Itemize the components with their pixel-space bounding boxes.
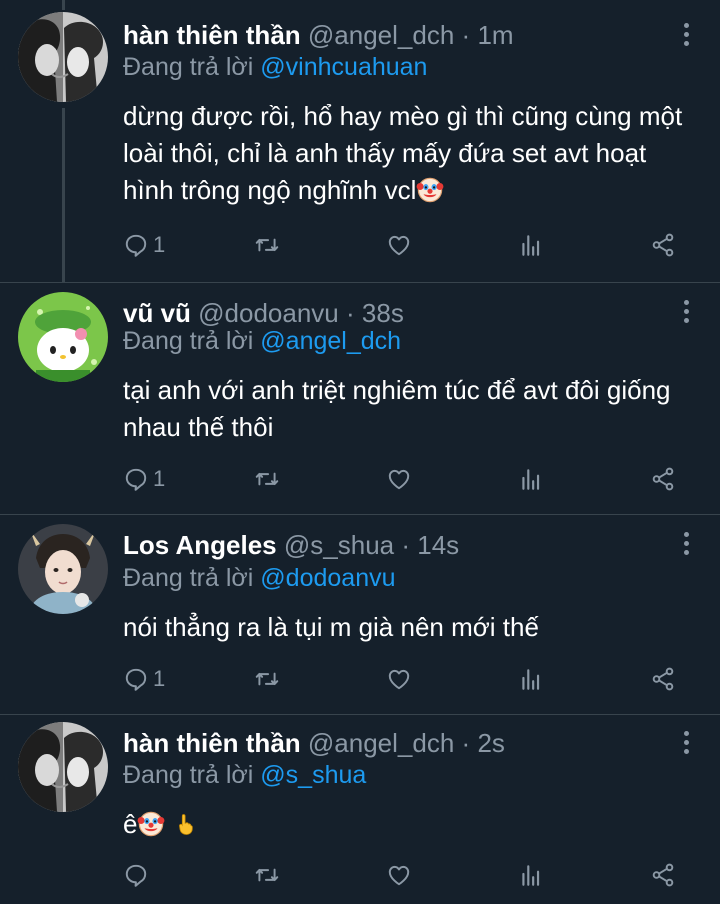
reply-button[interactable]: 1 xyxy=(123,662,165,696)
tweet-text-block: ê xyxy=(123,806,698,843)
display-name[interactable]: Los Angeles xyxy=(123,530,277,560)
tweet-text: tại anh với anh triệt nghiêm túc để avt … xyxy=(123,375,671,442)
replying-to-label: Đang trả lời xyxy=(123,53,254,81)
retweet-button[interactable] xyxy=(254,662,280,696)
timestamp[interactable]: 2s xyxy=(477,728,504,758)
replying-to: Đang trả lời @angel_dch xyxy=(123,324,401,358)
tweet[interactable]: Los Angeles @s_shua · 14s Đang trả lời @… xyxy=(0,514,720,714)
replying-to-label: Đang trả lời xyxy=(123,564,254,592)
reply-icon xyxy=(123,666,149,692)
analytics-icon xyxy=(518,666,544,692)
reply-button[interactable]: 1 xyxy=(123,228,165,262)
mention-link[interactable]: @s_shua xyxy=(260,761,366,789)
like-button[interactable] xyxy=(386,462,412,496)
like-icon xyxy=(386,666,412,692)
tweet[interactable]: hàn thiên thần @angel_dch · 2s Đang trả … xyxy=(0,714,720,904)
user-handle[interactable]: @angel_dch xyxy=(308,20,454,50)
tweet-text-block: dừng được rồi, hổ hay mèo gì thì cũng cù… xyxy=(123,98,698,209)
action-bar: 1 xyxy=(0,662,720,696)
mention-link[interactable]: @dodoanvu xyxy=(260,564,395,592)
share-button[interactable] xyxy=(650,228,676,262)
tweet-header: Los Angeles @s_shua · 14s xyxy=(123,527,660,563)
replying-to-label: Đang trả lời xyxy=(123,761,254,789)
separator-dot: · xyxy=(461,728,471,758)
tweet-text: ê xyxy=(123,809,138,839)
analytics-button[interactable] xyxy=(518,462,544,496)
like-icon xyxy=(386,862,412,888)
analytics-icon xyxy=(518,232,544,258)
retweet-button[interactable] xyxy=(254,858,280,892)
clown-face-icon xyxy=(137,810,165,838)
mention-link[interactable]: @vinhcuahuan xyxy=(260,53,427,81)
reply-count: 1 xyxy=(153,232,166,257)
clown-face-icon xyxy=(416,176,444,204)
avatar[interactable] xyxy=(18,524,108,614)
reply-button[interactable]: 1 xyxy=(123,462,165,496)
analytics-button[interactable] xyxy=(518,662,544,696)
avatar[interactable] xyxy=(18,292,108,382)
mention-link[interactable]: @angel_dch xyxy=(260,327,401,355)
like-button[interactable] xyxy=(386,662,412,696)
replying-to: Đang trả lời @vinhcuahuan xyxy=(123,50,427,84)
action-bar: 1 xyxy=(0,228,720,262)
retweet-icon xyxy=(254,466,280,492)
like-button[interactable] xyxy=(386,858,412,892)
like-icon xyxy=(386,466,412,492)
retweet-icon xyxy=(254,232,280,258)
analytics-button[interactable] xyxy=(518,858,544,892)
share-button[interactable] xyxy=(650,858,676,892)
tweet[interactable]: hàn thiên thần @angel_dch · 1m Đang trả … xyxy=(0,0,720,282)
share-icon xyxy=(650,862,676,888)
reply-icon xyxy=(123,862,149,888)
separator-dot: · xyxy=(461,20,471,50)
more-icon[interactable] xyxy=(684,300,690,324)
tweet-text: nói thẳng ra là tụi m già nên mới thế xyxy=(123,612,539,642)
user-handle[interactable]: @s_shua xyxy=(284,530,394,560)
action-bar: 1 xyxy=(0,462,720,496)
separator-dot: · xyxy=(401,530,411,560)
share-button[interactable] xyxy=(650,662,676,696)
analytics-icon xyxy=(518,862,544,888)
share-button[interactable] xyxy=(650,462,676,496)
tweet-header: hàn thiên thần @angel_dch · 1m xyxy=(123,17,660,53)
reply-icon xyxy=(123,466,149,492)
replying-to: Đang trả lời @s_shua xyxy=(123,758,366,792)
more-icon[interactable] xyxy=(684,23,690,47)
analytics-button[interactable] xyxy=(518,228,544,262)
tweet-text: dừng được rồi, hổ hay mèo gì thì cũng cù… xyxy=(123,101,683,205)
retweet-button[interactable] xyxy=(254,462,280,496)
retweet-button[interactable] xyxy=(254,228,280,262)
display-name[interactable]: hàn thiên thần xyxy=(123,20,301,50)
like-icon xyxy=(386,232,412,258)
avatar[interactable] xyxy=(18,12,108,102)
tweet-header: hàn thiên thần @angel_dch · 2s xyxy=(123,725,660,761)
avatar[interactable] xyxy=(18,722,108,812)
retweet-icon xyxy=(254,666,280,692)
reply-count: 1 xyxy=(153,466,166,491)
share-icon xyxy=(650,666,676,692)
reply-count: 1 xyxy=(153,666,166,691)
more-icon[interactable] xyxy=(684,731,690,755)
reply-button[interactable] xyxy=(123,858,153,892)
action-bar xyxy=(0,858,720,892)
like-button[interactable] xyxy=(386,228,412,262)
tweet[interactable]: vũ vũ @dodoanvu · 38s Đang trả lời @ange… xyxy=(0,282,720,514)
display-name[interactable]: hàn thiên thần xyxy=(123,728,301,758)
retweet-icon xyxy=(254,862,280,888)
share-icon xyxy=(650,466,676,492)
timestamp[interactable]: 1m xyxy=(477,20,513,50)
replying-to: Đang trả lời @dodoanvu xyxy=(123,561,396,595)
middle-finger-icon xyxy=(173,810,197,838)
analytics-icon xyxy=(518,466,544,492)
replying-to-label: Đang trả lời xyxy=(123,327,254,355)
more-icon[interactable] xyxy=(684,532,690,556)
user-handle[interactable]: @angel_dch xyxy=(308,728,454,758)
timestamp[interactable]: 14s xyxy=(417,530,459,560)
reply-icon xyxy=(123,232,149,258)
share-icon xyxy=(650,232,676,258)
